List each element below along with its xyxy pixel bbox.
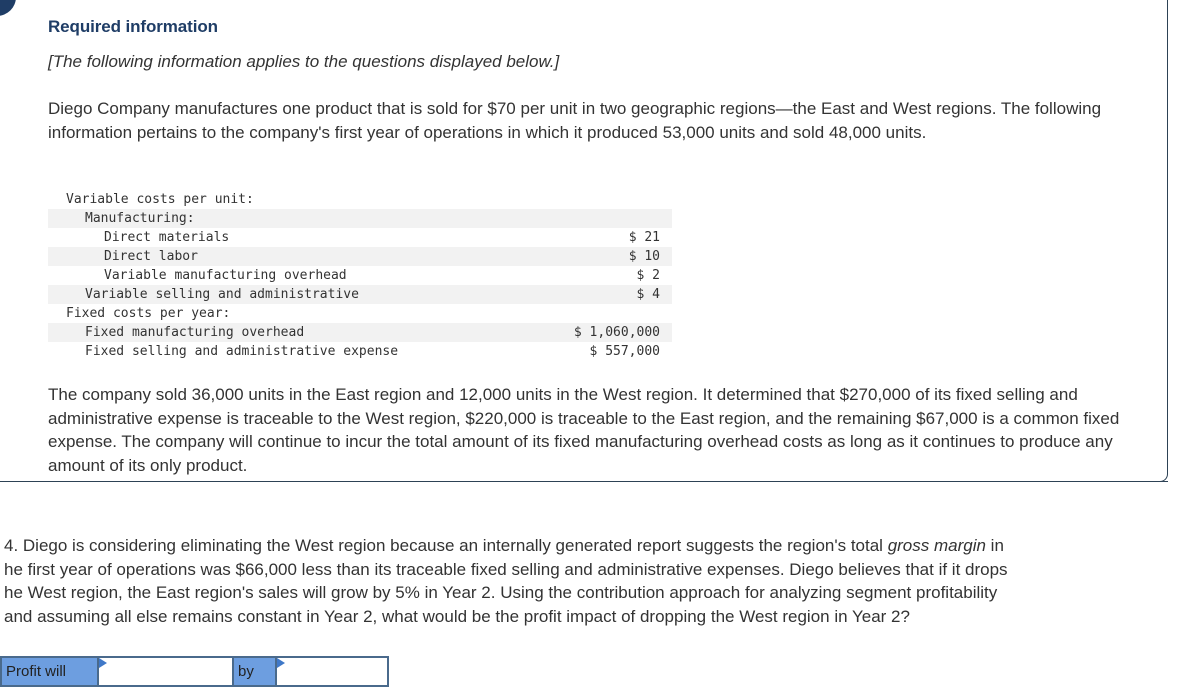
cost-table: Variable costs per unit: Manufacturing: Di… bbox=[48, 190, 672, 361]
question-text: 4. Diego is considering eliminating the … bbox=[4, 534, 1180, 628]
question-text-part: in bbox=[985, 536, 1004, 555]
cost-table-row: Fixed selling and administrative expense… bbox=[48, 342, 672, 361]
cost-amount bbox=[535, 209, 672, 228]
cost-amount: $ 1,060,000 bbox=[535, 323, 672, 342]
cost-table-row: Fixed costs per year: bbox=[48, 304, 672, 323]
cost-table-row: Variable selling and administrative $ 4 bbox=[48, 285, 672, 304]
question-line-1: 4. Diego is considering eliminating the … bbox=[4, 534, 1180, 558]
cost-table-row: Direct labor $ 10 bbox=[48, 247, 672, 266]
cost-amount: $ 21 bbox=[628, 230, 660, 245]
cost-label: Direct labor bbox=[48, 247, 536, 266]
cost-amount: $ 2 bbox=[636, 268, 660, 283]
amount-input-wrap bbox=[275, 658, 387, 685]
by-label: by bbox=[234, 658, 275, 685]
cost-label: Variable selling and administrative bbox=[48, 285, 536, 304]
cost-table-row: Direct materials $ 21 bbox=[48, 228, 672, 247]
card-bottom-border bbox=[0, 481, 1168, 482]
cost-table-row: Manufacturing: bbox=[48, 209, 672, 228]
cost-label: Fixed costs per year: bbox=[66, 306, 231, 321]
gross-margin-term: gross margin bbox=[887, 536, 986, 555]
cost-label: Variable costs per unit: bbox=[66, 192, 254, 207]
amount-input[interactable] bbox=[275, 658, 387, 685]
region-paragraph: The company sold 36,000 units in the Eas… bbox=[48, 385, 1120, 475]
cost-label: Variable manufacturing overhead bbox=[104, 268, 347, 283]
direction-dropdown[interactable] bbox=[97, 658, 234, 685]
cost-amount bbox=[535, 304, 672, 323]
cost-label: Fixed manufacturing overhead bbox=[48, 323, 536, 342]
required-information-title: Required information bbox=[48, 17, 218, 36]
cost-label: Fixed selling and administrative expense bbox=[85, 344, 399, 359]
answer-row: Profit will by bbox=[0, 656, 389, 687]
profit-will-label: Profit will bbox=[2, 658, 97, 685]
intro-paragraph: Diego Company manufactures one product t… bbox=[48, 99, 1102, 142]
cost-table-row: Variable costs per unit: bbox=[48, 190, 672, 209]
cost-amount: $ 557,000 bbox=[589, 344, 660, 359]
cost-label: Manufacturing: bbox=[48, 209, 536, 228]
direction-dropdown-wrap bbox=[97, 658, 234, 685]
cost-amount bbox=[535, 190, 672, 209]
applies-note: [The following information applies to th… bbox=[48, 52, 560, 71]
cost-amount: $ 10 bbox=[535, 247, 672, 266]
cost-table-row: Variable manufacturing overhead $ 2 bbox=[48, 266, 672, 285]
cost-amount: $ 4 bbox=[535, 285, 672, 304]
question-line-4: and assuming all else remains constant i… bbox=[4, 606, 910, 626]
cost-label: Direct materials bbox=[104, 230, 230, 245]
question-text-part: 4. Diego is considering eliminating the … bbox=[4, 536, 888, 555]
cost-table-row: Fixed manufacturing overhead $ 1,060,000 bbox=[48, 323, 672, 342]
question-line-3: he West region, the East region's sales … bbox=[4, 583, 998, 602]
question-line-2: he first year of operations was $66,000 … bbox=[4, 559, 1008, 579]
